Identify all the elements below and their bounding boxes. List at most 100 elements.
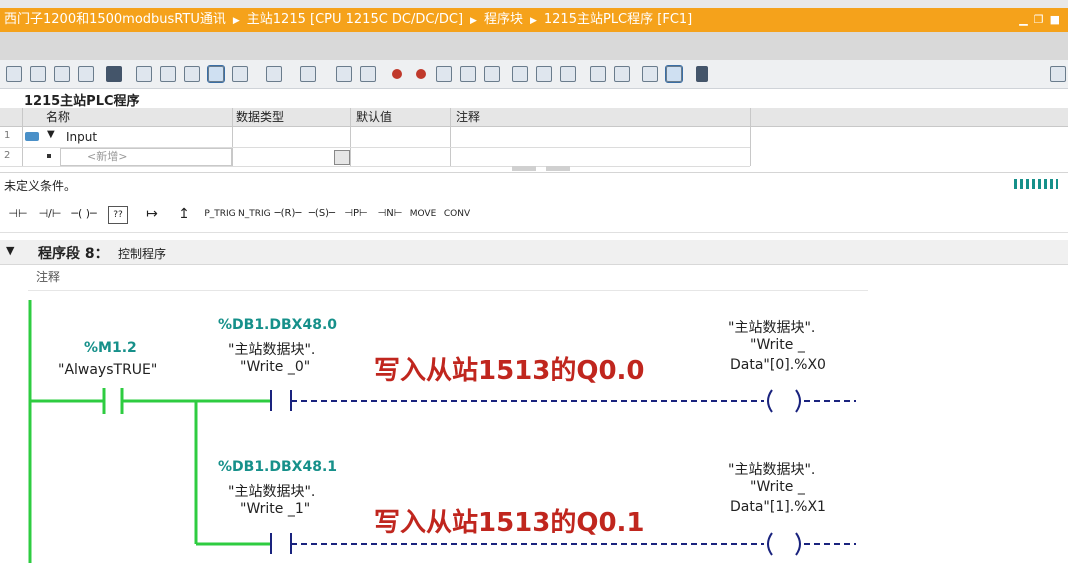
chevron-right-icon: ▶ [232,16,240,26]
editor-toolbar [0,60,1068,89]
column-default-value: 默认值 [356,110,393,124]
p-trig-button[interactable]: P_TRIG [204,204,236,224]
refresh-icon[interactable] [590,66,606,82]
previous-error-icon[interactable] [484,66,500,82]
list-icon[interactable] [136,66,152,82]
rung1-overlay-caption: 写入从站1513的Q0.0 [374,356,645,386]
row-number: 1 [4,130,11,141]
close-all-icon[interactable] [266,66,282,82]
column-comment: 注释 [456,110,481,124]
rung2-symbol-line2[interactable]: "Write _1" [240,501,310,517]
table-row[interactable]: 1 ▼ Input [0,127,750,148]
comment-icon[interactable] [207,65,225,83]
conv-button[interactable]: CONV [442,204,472,224]
open-branch-icon[interactable]: ↦ [140,204,164,224]
breadcrumb-block[interactable]: 1215主站PLC程序 [FC1] [544,8,692,32]
network-header[interactable]: ▼ 程序段 8： 控制程序 [0,240,1068,265]
go-to-icon[interactable] [436,66,452,82]
rung2-address[interactable]: %DB1.DBX48.1 [218,459,337,475]
step-over-icon[interactable] [536,66,552,82]
monitor-icon[interactable] [614,66,630,82]
database-icon[interactable] [696,66,708,82]
collapse-network-icon[interactable]: ▼ [6,244,14,257]
collapse-triangle-icon[interactable]: ▼ [47,129,55,140]
clear-breakpoint-icon[interactable] [416,69,426,79]
comment-text: 注释 [36,270,61,284]
step-out-icon[interactable] [560,66,576,82]
empty-box-icon[interactable]: ?? [108,206,128,224]
open-all-icon[interactable] [232,66,248,82]
breakpoint-icon[interactable] [392,69,402,79]
glasses-icon[interactable] [665,65,683,83]
breadcrumb-device[interactable]: 主站1215 [CPU 1215C DC/DC/DC] [247,8,463,32]
p-contact-icon[interactable]: ⊣P⊢ [340,204,372,224]
splitter-handle[interactable] [546,166,570,171]
status-text: 未定义条件。 [4,179,77,193]
type-picker-icon[interactable] [334,150,350,165]
new-entry-placeholder: <新增> [87,150,128,163]
coil-right-arc [795,532,801,556]
tool-band [0,32,1068,60]
coil-left-arc [767,389,773,413]
favorites-icon[interactable] [336,66,352,82]
link-icon[interactable] [642,66,658,82]
rung2-symbol-line1[interactable]: "主站数据块". [228,481,315,501]
rung1-coil-line2[interactable]: "Write _ [750,337,805,353]
step-icon[interactable] [512,66,528,82]
normally-closed-contact-icon[interactable]: ⊣/⊢ [36,204,64,224]
block-icon[interactable] [106,66,122,82]
move-button[interactable]: MOVE [408,204,438,224]
row-number: 2 [4,150,11,161]
breadcrumb-program-blocks[interactable]: 程序块 [484,8,523,32]
coil-icon[interactable]: ─( )─ [68,204,100,224]
contact-symbol[interactable]: "AlwaysTRUE" [58,362,157,378]
chevron-right-icon: ▶ [529,16,537,26]
rung2-coil-line2[interactable]: "Write _ [750,479,805,495]
reset-coil-icon[interactable]: ─(R)─ [272,204,304,224]
zoom-indicator-icon[interactable] [1014,179,1058,189]
contact-address[interactable]: %M1.2 [84,340,137,356]
top-strip [0,0,1068,8]
new-entry-cell[interactable]: <新增> [60,148,232,166]
splitter-handle[interactable] [512,166,536,171]
add-row-icon[interactable] [78,66,94,82]
delete-network-icon[interactable] [30,66,46,82]
maximize-icon[interactable]: ■ [1050,13,1060,26]
n-contact-icon[interactable]: ⊣N⊢ [374,204,406,224]
instruction-bar: ⊣⊢ ⊣/⊢ ─( )─ ?? ↦ ↥ P_TRIG N_TRIG ─(R)─ … [0,196,1068,233]
grid-icon[interactable] [160,66,176,82]
section-name: Input [66,130,98,144]
collapse-panel-icon[interactable] [1050,66,1066,82]
column-divider [750,108,751,166]
rung1-coil-line1[interactable]: "主站数据块". [728,317,815,337]
network-comment[interactable]: 注释 [28,266,868,291]
coil-right-arc [795,389,801,413]
rung1-symbol-line2[interactable]: "Write _0" [240,359,310,375]
column-data-type: 数据类型 [236,110,285,124]
status-line: 未定义条件。 [0,172,1068,195]
rung1-symbol-line1[interactable]: "主站数据块". [228,339,315,359]
block-title: 1215主站PLC程序 [24,94,140,109]
rung2-overlay-caption: 写入从站1513的Q0.1 [374,508,645,538]
rung1-address[interactable]: %DB1.DBX48.0 [218,317,337,333]
coil-left-arc [767,532,773,556]
restore-icon[interactable]: ❐ [1034,13,1044,26]
rung1-coil-line3[interactable]: Data"[0].%X0 [730,357,826,373]
network-title: 程序段 8： [38,246,109,262]
star-icon[interactable] [360,66,376,82]
insert-row-icon[interactable] [54,66,70,82]
network-subtitle[interactable]: 控制程序 [118,245,166,262]
breadcrumb: 西门子1200和1500modbusRTU通讯 ▶ 主站1215 [CPU 1215… [0,8,1068,32]
normally-open-contact-icon[interactable]: ⊣⊢ [4,204,32,224]
minimize-icon[interactable]: ▁ [1019,13,1027,26]
absolute-operand-icon[interactable] [184,66,200,82]
rung2-coil-line1[interactable]: "主站数据块". [728,459,815,479]
close-branch-icon[interactable]: ↥ [172,204,196,224]
set-coil-icon[interactable]: ─(S)─ [306,204,338,224]
operand-display-icon[interactable] [300,66,316,82]
insert-network-icon[interactable] [6,66,22,82]
breadcrumb-project[interactable]: 西门子1200和1500modbusRTU通讯 [4,8,226,32]
next-error-icon[interactable] [460,66,476,82]
n-trig-button[interactable]: N_TRIG [238,204,271,224]
rung2-coil-line3[interactable]: Data"[1].%X1 [730,499,826,515]
